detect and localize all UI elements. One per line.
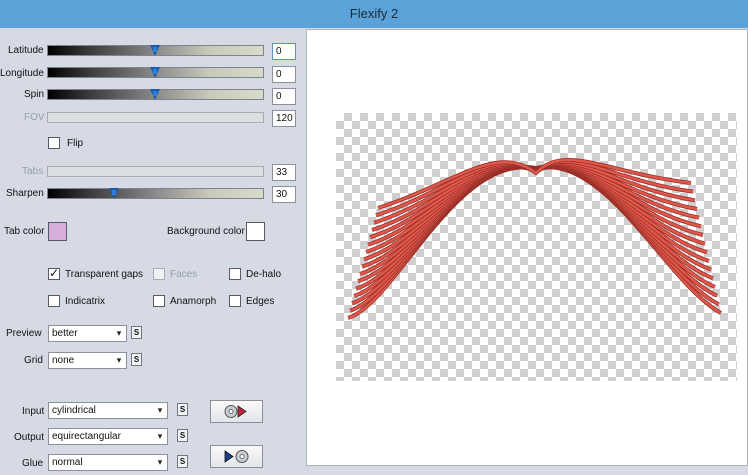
- input-s-button[interactable]: S: [177, 403, 188, 416]
- latitude-label: Latitude: [8, 45, 44, 56]
- anamorph-checkbox[interactable]: [153, 295, 165, 307]
- preview-label: Preview: [6, 328, 42, 339]
- preview-select-value: better: [52, 328, 78, 339]
- tabs-input: 33: [272, 164, 296, 181]
- glue-s-button[interactable]: S: [177, 455, 188, 468]
- glue-select[interactable]: normal ▾: [48, 454, 168, 471]
- preview-s-button[interactable]: S: [131, 326, 142, 339]
- glue-select-value: normal: [52, 457, 83, 468]
- chevron-down-icon: ▾: [157, 405, 163, 415]
- chevron-down-icon: ▾: [116, 355, 122, 365]
- sharpen-input[interactable]: 30: [272, 186, 296, 203]
- edges-checkbox[interactable]: [229, 295, 241, 307]
- grid-label: Grid: [24, 355, 43, 366]
- transparent-gaps-checkbox[interactable]: ✓: [48, 266, 60, 280]
- de-halo-label: De-halo: [246, 269, 282, 280]
- chevron-down-icon: ▾: [116, 328, 122, 338]
- longitude-slider[interactable]: [47, 67, 264, 78]
- tabs-slider: [47, 166, 264, 177]
- anamorph-label: Anamorph: [170, 296, 217, 307]
- spin-label: Spin: [24, 89, 45, 100]
- tab-color-label: Tab color: [4, 226, 45, 237]
- grid-select-value: none: [52, 355, 75, 366]
- input-select-value: cylindrical: [52, 405, 96, 416]
- output-select-value: equirectangular: [52, 431, 121, 442]
- latitude-slider[interactable]: [47, 45, 264, 56]
- sharpen-slider[interactable]: [47, 188, 264, 199]
- input-preset-button[interactable]: [210, 400, 263, 423]
- faces-checkbox: [153, 268, 165, 280]
- edges-label: Edges: [246, 296, 275, 307]
- fov-label: FOV: [24, 112, 45, 123]
- play-disc-icon: [224, 450, 249, 463]
- output-select[interactable]: equirectangular ▾: [48, 428, 168, 445]
- faces-label: Faces: [170, 269, 198, 280]
- de-halo-checkbox[interactable]: [229, 268, 241, 280]
- sharpen-label: Sharpen: [6, 188, 44, 199]
- chevron-down-icon: ▾: [157, 431, 163, 441]
- latitude-slider-thumb[interactable]: [150, 45, 160, 56]
- checkmark-icon: ✓: [49, 266, 60, 280]
- fov-slider: [47, 112, 264, 123]
- input-select[interactable]: cylindrical ▾: [48, 402, 168, 419]
- spin-slider-thumb[interactable]: [150, 89, 160, 100]
- tab-color-swatch[interactable]: [48, 222, 67, 241]
- glue-label: Glue: [22, 458, 44, 469]
- sharpen-slider-thumb[interactable]: [109, 188, 119, 199]
- indicatrix-checkbox[interactable]: [48, 295, 60, 307]
- disc-play-icon: [224, 405, 247, 418]
- spin-slider[interactable]: [47, 89, 264, 100]
- fov-input: 120: [272, 110, 296, 127]
- latitude-input[interactable]: 0: [272, 43, 296, 60]
- chevron-down-icon: ▾: [157, 457, 163, 467]
- flexified-image-preview: [347, 158, 722, 320]
- grid-select[interactable]: none ▾: [48, 352, 127, 369]
- longitude-slider-thumb[interactable]: [150, 67, 160, 78]
- flip-label: Flip: [67, 138, 84, 149]
- input-label: Input: [22, 406, 45, 417]
- background-color-label: Background color: [167, 226, 245, 237]
- output-s-button[interactable]: S: [177, 429, 188, 442]
- bottom-strip: [300, 466, 748, 475]
- grid-s-button[interactable]: S: [131, 353, 142, 366]
- output-preset-button[interactable]: [210, 445, 263, 468]
- longitude-input[interactable]: 0: [272, 66, 296, 83]
- output-label: Output: [14, 432, 45, 443]
- transparent-gaps-label: Transparent gaps: [65, 269, 144, 280]
- background-color-swatch[interactable]: [246, 222, 265, 241]
- preview-select[interactable]: better ▾: [48, 325, 127, 342]
- flip-checkbox[interactable]: [48, 137, 60, 149]
- indicatrix-label: Indicatrix: [65, 296, 106, 307]
- longitude-label: Longitude: [0, 68, 44, 79]
- spin-input[interactable]: 0: [272, 88, 296, 105]
- tabs-label: Tabs: [22, 166, 44, 177]
- window-title: Flexify 2: [0, 0, 748, 28]
